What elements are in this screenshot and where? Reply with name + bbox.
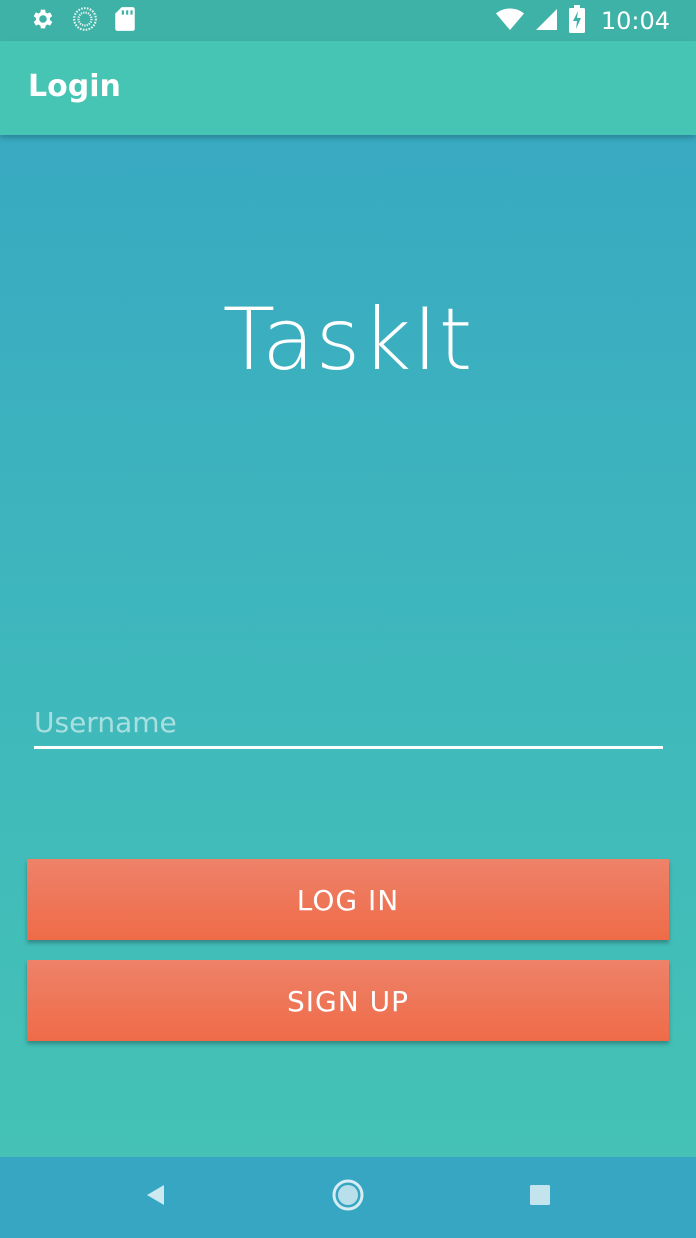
status-bar: 10:04 [0, 0, 696, 41]
settings-icon [30, 6, 56, 36]
username-input[interactable] [34, 703, 663, 749]
recents-icon [529, 1184, 551, 1210]
sync-icon [72, 6, 98, 36]
wifi-icon [495, 6, 525, 36]
recents-button[interactable] [520, 1177, 560, 1217]
home-icon [331, 1178, 365, 1216]
sd-card-icon [114, 6, 136, 36]
username-field-container [34, 703, 663, 751]
signup-button[interactable]: SIGN UP [27, 960, 669, 1041]
navigation-bar [0, 1157, 696, 1238]
home-button[interactable] [328, 1177, 368, 1217]
status-time: 10:04 [600, 7, 670, 35]
cell-signal-icon [535, 6, 559, 36]
status-system-icons: 10:04 [495, 5, 670, 37]
app-bar: Login [0, 41, 696, 135]
login-button[interactable]: LOG IN [27, 859, 669, 940]
page-title: Login [28, 69, 121, 104]
battery-charging-icon [568, 5, 585, 37]
back-icon [143, 1182, 169, 1212]
back-button[interactable] [136, 1177, 176, 1217]
login-screen: 10:04 Login TaskIt LOG IN SIGN UP [0, 0, 696, 1238]
app-logo-text: TaskIt [222, 290, 474, 390]
status-notification-icons [30, 6, 136, 36]
